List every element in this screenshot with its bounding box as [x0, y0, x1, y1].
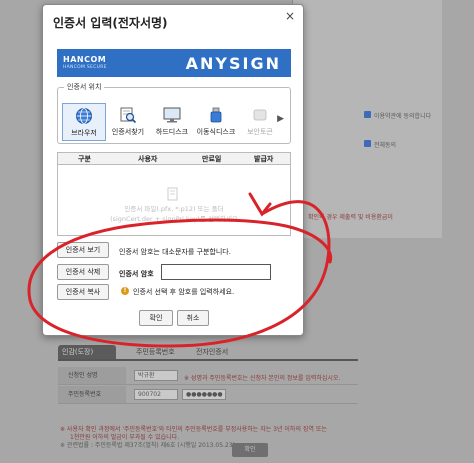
certificate-location-group: 인증서 위치 브라우저 인증서찾기 하드디스크 이동식디스크 보안토큰 ▶: [57, 82, 291, 144]
applicant-name-field[interactable]: 박규환: [134, 370, 178, 381]
applicant-name-label: 신청인 성명: [58, 367, 126, 384]
magnifier-icon: [120, 107, 137, 124]
cancel-button[interactable]: 취소: [177, 310, 209, 326]
drop-message-2: (signCert.der + signPri.key)를 선택하세요: [110, 215, 238, 223]
monitor-icon: [163, 107, 181, 123]
delete-certificate-button[interactable]: 인증서 삭제: [57, 264, 109, 280]
resident-number-row: 주민등록번호 900702 ●●●●●●●: [58, 386, 358, 404]
location-browser-label: 브라우저: [71, 129, 97, 137]
hancom-secure-text: HANCOM SECURE: [63, 65, 107, 70]
token-icon: [253, 109, 267, 121]
scroll-right-icon[interactable]: ▶: [277, 114, 284, 124]
location-harddisk-label: 하드디스크: [155, 128, 189, 136]
password-input[interactable]: [161, 264, 271, 280]
close-icon[interactable]: ×: [283, 9, 297, 23]
confirm-button[interactable]: 확인: [139, 310, 173, 326]
warning-icon: !: [121, 287, 129, 295]
copy-certificate-button[interactable]: 인증서 복사: [57, 284, 109, 300]
certificate-dialog: 인증서 입력(전자서명) × HANCOM HANCOM SECURE ANYS…: [42, 4, 304, 336]
location-token[interactable]: 보안토큰: [238, 103, 282, 141]
location-search-label: 인증서찾기: [111, 128, 145, 136]
tab-certificate[interactable]: 전자인증서: [192, 345, 262, 359]
all-agree-label: 전체동의: [374, 142, 397, 149]
applicant-note: ※ 성명과 주민등록번호는 신청자 본인의 정보를 입력하십시오.: [184, 375, 341, 382]
resident-number-front[interactable]: 900702: [134, 389, 178, 400]
password-hint: 인증서 선택 후 암호를 입력하세요.: [133, 288, 235, 296]
location-items: 브라우저 인증서찾기 하드디스크 이동식디스크 보안토큰: [62, 103, 278, 141]
col-issuer: 발급자: [254, 155, 274, 163]
all-agree-checkbox[interactable]: [364, 140, 371, 147]
tab-seal[interactable]: 인감(도장): [58, 345, 116, 359]
auth-tabs: 인감(도장) 주민등록번호 전자인증서: [58, 345, 278, 359]
view-certificate-button[interactable]: 인증서 보기: [57, 242, 109, 258]
applicant-name-row: 신청인 성명 박규환 ※ 성명과 주민등록번호는 신청자 본인의 정보를 입력하…: [58, 367, 358, 385]
agree-label: 이용약관에 동의합니다: [374, 113, 432, 120]
col-expiry: 만료일: [202, 155, 222, 163]
red-notice: 확인의 경우 제출력 및 비용환급이: [308, 214, 393, 221]
globe-icon: [76, 108, 92, 124]
certificate-table: 구분 사용자 만료일 발급자 인증서 파일(.pfx, *.p12) 또는 폴더…: [57, 152, 291, 236]
anysign-banner: HANCOM HANCOM SECURE ANYSIGN: [57, 49, 291, 77]
password-label: 인증서 암호: [119, 270, 154, 278]
legal-line-3: ※ 관련법률 : 주민등록법 제37조(벌칙) 제6호 (시행일 2013.05…: [60, 442, 235, 449]
tab-resident-number[interactable]: 주민등록번호: [132, 345, 188, 359]
location-label: 인증서 위치: [64, 82, 105, 92]
location-removable-label: 이동식디스크: [196, 128, 236, 136]
drop-message-1: 인증서 파일(.pfx, *.p12) 또는 폴더: [124, 205, 224, 213]
file-drop-icon: [167, 187, 178, 201]
location-token-label: 보안토큰: [247, 128, 273, 136]
resident-number-back[interactable]: ●●●●●●●: [182, 389, 226, 400]
resident-number-label: 주민등록번호: [58, 386, 126, 403]
location-harddisk[interactable]: 하드디스크: [150, 103, 194, 141]
col-user: 사용자: [138, 155, 158, 163]
case-notice: 인증서 암호는 대소문자를 구분합니다.: [119, 248, 231, 256]
dialog-title: 인증서 입력(전자서명): [53, 16, 168, 30]
hancom-logo: HANCOM: [63, 55, 107, 64]
location-removable[interactable]: 이동식디스크: [194, 103, 238, 141]
applicant-form: 신청인 성명 박규환 ※ 성명과 주민등록번호는 신청자 본인의 정보를 입력하…: [58, 359, 358, 419]
anysign-logo: ANYSIGN: [185, 54, 281, 73]
page-confirm-button[interactable]: 확인: [232, 443, 268, 457]
table-header: 구분 사용자 만료일 발급자: [58, 153, 290, 165]
location-browser[interactable]: 브라우저: [62, 103, 106, 141]
agree-checkbox[interactable]: [364, 111, 371, 118]
location-search[interactable]: 인증서찾기: [106, 103, 150, 141]
usb-icon: [210, 107, 222, 123]
col-type: 구분: [78, 155, 91, 163]
